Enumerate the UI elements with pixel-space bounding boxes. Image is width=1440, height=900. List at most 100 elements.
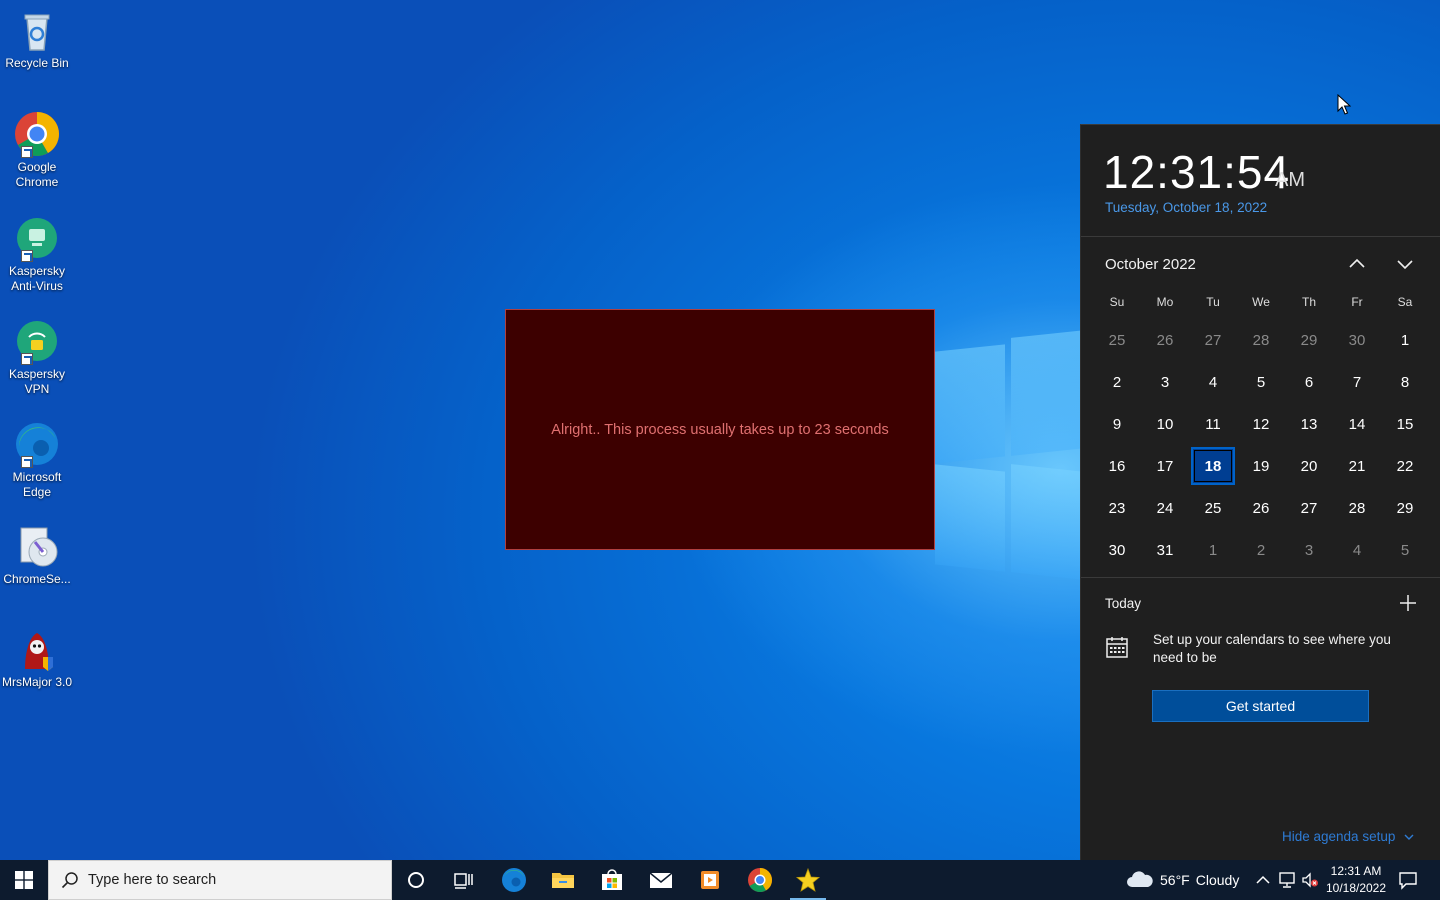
desktop-icon-label: Kaspersky VPN	[8, 367, 66, 396]
desktop-icon-chromesetup[interactable]: ChromeSe...	[2, 522, 72, 587]
taskbar-star-app-button[interactable]	[784, 860, 832, 900]
calendar-day[interactable]: 26	[1237, 487, 1285, 529]
desktop-icon-google-chrome[interactable]: Google Chrome	[2, 110, 72, 190]
task-view-button[interactable]	[440, 860, 488, 900]
calendar-day[interactable]: 13	[1285, 403, 1333, 445]
cortana-button[interactable]	[392, 860, 440, 900]
calendar-day[interactable]: 20	[1285, 445, 1333, 487]
calendar-day[interactable]: 11	[1189, 403, 1237, 445]
kaspersky-antivirus-icon	[13, 214, 61, 262]
weekday-label: Tu	[1206, 295, 1220, 309]
calendar-day[interactable]: 10	[1141, 403, 1189, 445]
calendar-day-number: 27	[1204, 331, 1222, 349]
calendar-day[interactable]: 22	[1381, 445, 1429, 487]
calendar-day[interactable]: 26	[1141, 319, 1189, 361]
calendar-day[interactable]: 2	[1093, 361, 1141, 403]
calendar-day[interactable]: 28	[1237, 319, 1285, 361]
calendar-day[interactable]: 21	[1333, 445, 1381, 487]
calendar-day-today[interactable]: 18	[1189, 445, 1237, 487]
taskbar-file-explorer-button[interactable]	[539, 860, 587, 900]
calendar-day-number: 26	[1156, 331, 1174, 349]
calendar-day[interactable]: 17	[1141, 445, 1189, 487]
desktop-icon-label: ChromeSe...	[3, 572, 71, 586]
calendar-day[interactable]: 30	[1093, 529, 1141, 571]
desktop-icon-mrsmajor[interactable]: MrsMajor 3.0	[2, 625, 72, 690]
taskbar-clock[interactable]: 12:31 AM 10/18/2022	[1318, 863, 1394, 897]
calendar-day[interactable]: 24	[1141, 487, 1189, 529]
taskbar-clock-date: 10/18/2022	[1325, 881, 1387, 895]
calendar-day[interactable]: 3	[1285, 529, 1333, 571]
flyout-date-link[interactable]: Tuesday, October 18, 2022	[1105, 200, 1267, 215]
calendar-day[interactable]: 31	[1141, 529, 1189, 571]
calendar-day[interactable]: 14	[1333, 403, 1381, 445]
weekday-label: Th	[1301, 295, 1316, 309]
calendar-day[interactable]: 1	[1381, 319, 1429, 361]
calendar-day[interactable]: 29	[1381, 487, 1429, 529]
calendar-day-number: 1	[1208, 541, 1218, 559]
speaker-muted-icon	[1302, 872, 1318, 888]
calendar-day-number: 5	[1256, 373, 1266, 391]
previous-month-button[interactable]	[1345, 252, 1369, 276]
desktop-icon-recycle-bin[interactable]: Recycle Bin	[2, 6, 72, 71]
desktop-icon-label: Google Chrome	[15, 160, 59, 189]
calendar-day-number: 1	[1400, 331, 1410, 349]
taskbar-mail-button[interactable]	[637, 860, 685, 900]
calendar-day[interactable]: 12	[1237, 403, 1285, 445]
desktop-icon-kaspersky-vpn[interactable]: Kaspersky VPN	[2, 317, 72, 397]
calendar-day[interactable]: 2	[1237, 529, 1285, 571]
calendar-day[interactable]: 15	[1381, 403, 1429, 445]
get-started-button[interactable]: Get started	[1152, 690, 1369, 722]
calendar-day[interactable]: 6	[1285, 361, 1333, 403]
calendar-day[interactable]: 5	[1237, 361, 1285, 403]
calendar-day-number: 3	[1304, 541, 1314, 559]
hide-agenda-label: Hide agenda setup	[1282, 829, 1396, 844]
calendar-day[interactable]: 30	[1333, 319, 1381, 361]
calendar-day-number: 17	[1156, 457, 1174, 475]
desktop-icon-label: Recycle Bin	[5, 56, 69, 70]
cloud-icon	[1127, 871, 1153, 887]
calendar-day[interactable]: 1	[1189, 529, 1237, 571]
calendar-day[interactable]: 5	[1381, 529, 1429, 571]
calendar-day[interactable]: 4	[1189, 361, 1237, 403]
calendar-day-grid: 25 26 27 28 29 30 1 2 3 4 5 6 7 8 9 10 11 12 13 14 15 16 17 18 1…	[1093, 319, 1429, 571]
taskbar-chrome-button[interactable]	[736, 860, 784, 900]
calendar-day[interactable]: 3	[1141, 361, 1189, 403]
calendar-day[interactable]: 27	[1285, 487, 1333, 529]
taskbar-store-button[interactable]	[588, 860, 636, 900]
action-center-button[interactable]	[1384, 860, 1432, 900]
calendar-day[interactable]: 25	[1093, 319, 1141, 361]
taskbar-edge-button[interactable]	[490, 860, 538, 900]
plus-icon	[1400, 595, 1416, 611]
add-event-button[interactable]	[1397, 592, 1419, 614]
agenda-setup-message: Set up your calendars to see where you n…	[1153, 632, 1391, 665]
start-button[interactable]	[0, 860, 48, 900]
calendar-day-number: 18	[1204, 457, 1222, 475]
calendar-day[interactable]: 27	[1189, 319, 1237, 361]
weather-widget[interactable]: 56°F Cloudy	[1126, 860, 1239, 900]
calendar-day-number: 8	[1400, 373, 1410, 391]
calendar-day[interactable]: 19	[1237, 445, 1285, 487]
network-status-button[interactable]	[1277, 870, 1297, 890]
taskbar-media-button[interactable]	[686, 860, 734, 900]
calendar-flyout: 12:31:54 AM Tuesday, October 18, 2022 Oc…	[1080, 124, 1440, 860]
desktop-icon-kaspersky-antivirus[interactable]: Kaspersky Anti-Virus	[2, 214, 72, 294]
calendar-day[interactable]: 29	[1285, 319, 1333, 361]
calendar-day[interactable]: 4	[1333, 529, 1381, 571]
calendar-day-number: 22	[1396, 457, 1414, 475]
calendar-day[interactable]: 8	[1381, 361, 1429, 403]
next-month-button[interactable]	[1393, 252, 1417, 276]
calendar-day[interactable]: 16	[1093, 445, 1141, 487]
calendar-day-number: 10	[1156, 415, 1174, 433]
calendar-month-label[interactable]: October 2022	[1105, 256, 1196, 273]
calendar-day[interactable]: 23	[1093, 487, 1141, 529]
calendar-day[interactable]: 9	[1093, 403, 1141, 445]
calendar-day[interactable]: 25	[1189, 487, 1237, 529]
taskbar-search-box[interactable]: Type here to search	[48, 860, 392, 900]
calendar-day[interactable]: 7	[1333, 361, 1381, 403]
hide-agenda-setup-link[interactable]: Hide agenda setup	[1282, 829, 1415, 844]
calendar-day[interactable]: 28	[1333, 487, 1381, 529]
calendar-day-number: 2	[1256, 541, 1266, 559]
show-hidden-icons-button[interactable]	[1253, 870, 1273, 890]
desktop-icon-microsoft-edge[interactable]: Microsoft Edge	[2, 420, 72, 500]
volume-button[interactable]	[1300, 870, 1320, 890]
